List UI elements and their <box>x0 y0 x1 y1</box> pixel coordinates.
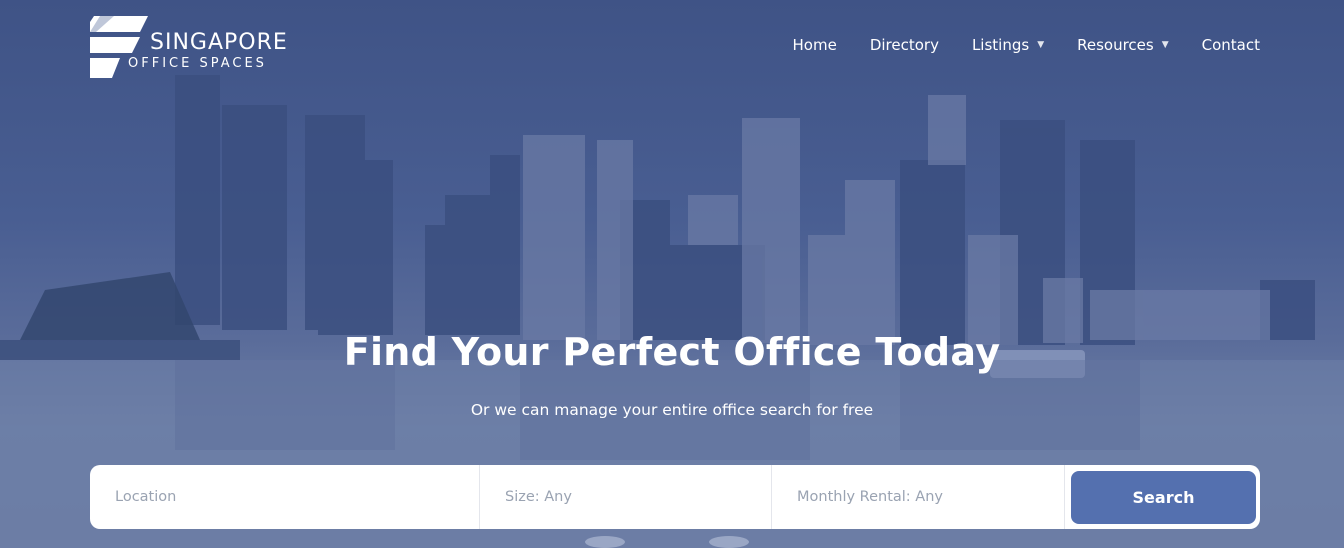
monthly-rental-value: Monthly Rental: Any <box>797 489 943 505</box>
search-button[interactable]: Search <box>1071 470 1256 524</box>
monthly-rental-select[interactable]: Monthly Rental: Any <box>772 465 1065 529</box>
search-bar: Location Size: Any Monthly Rental: Any S… <box>90 465 1260 529</box>
nav-directory[interactable]: Directory <box>870 36 939 54</box>
nav-contact[interactable]: Contact <box>1202 36 1260 54</box>
nav-home[interactable]: Home <box>793 36 837 54</box>
location-placeholder: Location <box>115 489 177 505</box>
logo-text-primary: SINGAPORE <box>150 30 288 55</box>
nav-resources-label: Resources <box>1077 36 1154 54</box>
size-select-value: Size: Any <box>505 489 572 505</box>
nav-home-label: Home <box>792 36 837 54</box>
chevron-down-icon: ▼ <box>1037 40 1045 50</box>
location-input[interactable]: Location <box>90 465 480 529</box>
logo-text-secondary: OFFICE SPACES <box>128 56 267 71</box>
nav-listings[interactable]: Listings ▼ <box>972 36 1044 54</box>
nav-directory-label: Directory <box>869 36 939 54</box>
nav-resources[interactable]: Resources ▼ <box>1077 36 1169 54</box>
main-navigation: Home Directory Listings ▼ Resources ▼ Co… <box>793 36 1260 54</box>
hero-section: SINGAPORE OFFICE SPACES Home Directory L… <box>0 0 1344 548</box>
size-select[interactable]: Size: Any <box>480 465 772 529</box>
nav-listings-label: Listings <box>971 36 1030 54</box>
chevron-down-icon: ▼ <box>1161 40 1169 50</box>
hero-subheadline: Or we can manage your entire office sear… <box>470 401 874 419</box>
site-logo[interactable]: SINGAPORE OFFICE SPACES <box>90 16 290 80</box>
nav-contact-label: Contact <box>1201 36 1260 54</box>
hero-headline: Find Your Perfect Office Today <box>343 330 1001 374</box>
